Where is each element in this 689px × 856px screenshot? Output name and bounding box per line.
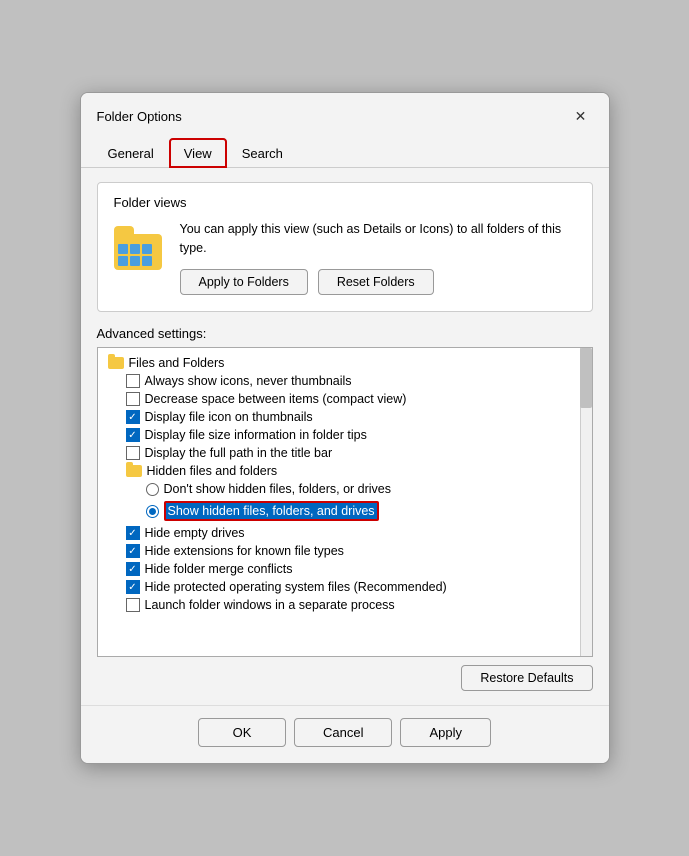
item-label-4: Display the full path in the title bar	[145, 446, 333, 460]
tree-item-2[interactable]: ✓ Display file icon on thumbnails	[106, 408, 584, 426]
apply-button[interactable]: Apply	[400, 718, 491, 747]
checkbox-10[interactable]: ✓	[126, 562, 140, 576]
tree-item-0[interactable]: Always show icons, never thumbnails	[106, 372, 584, 390]
checkbox-8[interactable]: ✓	[126, 526, 140, 540]
folder-options-dialog: Folder Options ✕ General View Search Fol…	[80, 92, 610, 765]
advanced-settings-label-row: Advanced settings:	[97, 326, 593, 341]
tree-item-4[interactable]: Display the full path in the title bar	[106, 444, 584, 462]
checkbox-12[interactable]	[126, 598, 140, 612]
item-label-5: Hidden files and folders	[147, 464, 278, 478]
checkbox-1[interactable]	[126, 392, 140, 406]
category-files-folders: Files and Folders	[106, 354, 584, 372]
tree-item-9[interactable]: ✓ Hide extensions for known file types	[106, 542, 584, 560]
item-label-6: Don't show hidden files, folders, or dri…	[164, 482, 392, 496]
item-label-3: Display file size information in folder …	[145, 428, 367, 442]
dialog-title: Folder Options	[97, 109, 182, 124]
close-button[interactable]: ✕	[567, 103, 595, 131]
category-label: Files and Folders	[129, 356, 225, 370]
advanced-tree-box[interactable]: Files and Folders Always show icons, nev…	[97, 347, 593, 657]
folder-views-section: Folder views	[97, 182, 593, 313]
tree-item-6[interactable]: Don't show hidden files, folders, or dri…	[106, 480, 584, 498]
folder-views-row: You can apply this view (such as Details…	[114, 220, 576, 296]
item-label-8: Hide empty drives	[145, 526, 245, 540]
cancel-button[interactable]: Cancel	[294, 718, 392, 747]
radio-6[interactable]	[146, 483, 159, 496]
tab-view[interactable]: View	[169, 138, 227, 168]
checkbox-2[interactable]: ✓	[126, 410, 140, 424]
tab-search[interactable]: Search	[227, 138, 298, 168]
folder-icon	[114, 222, 166, 270]
radio-7[interactable]	[146, 505, 159, 518]
tree-item-8[interactable]: ✓ Hide empty drives	[106, 524, 584, 542]
apply-to-folders-button[interactable]: Apply to Folders	[180, 269, 308, 295]
checkbox-9[interactable]: ✓	[126, 544, 140, 558]
tab-content: Folder views	[81, 168, 609, 706]
folder-views-description: You can apply this view (such as Details…	[180, 220, 576, 258]
checkbox-3[interactable]: ✓	[126, 428, 140, 442]
item-label-12: Launch folder windows in a separate proc…	[145, 598, 395, 612]
checkbox-11[interactable]: ✓	[126, 580, 140, 594]
checkbox-4[interactable]	[126, 446, 140, 460]
item-label-2: Display file icon on thumbnails	[145, 410, 313, 424]
tree-item-10[interactable]: ✓ Hide folder merge conflicts	[106, 560, 584, 578]
restore-row: Restore Defaults	[97, 665, 593, 691]
title-bar: Folder Options ✕	[81, 93, 609, 137]
subfolder-icon	[126, 465, 142, 477]
category-folder-icon	[108, 357, 124, 369]
item-label-0: Always show icons, never thumbnails	[145, 374, 352, 388]
advanced-tree-content: Files and Folders Always show icons, nev…	[98, 348, 592, 656]
tree-item-12[interactable]: Launch folder windows in a separate proc…	[106, 596, 584, 614]
scrollbar-thumb[interactable]	[580, 348, 592, 408]
advanced-label: Advanced settings:	[97, 326, 593, 341]
bottom-buttons: OK Cancel Apply	[81, 705, 609, 763]
tree-item-7[interactable]: Show hidden files, folders, and drives	[106, 498, 584, 524]
restore-defaults-button[interactable]: Restore Defaults	[461, 665, 592, 691]
item-label-9: Hide extensions for known file types	[145, 544, 344, 558]
tab-general[interactable]: General	[93, 138, 169, 168]
folder-views-buttons: Apply to Folders Reset Folders	[180, 269, 576, 295]
tree-item-3[interactable]: ✓ Display file size information in folde…	[106, 426, 584, 444]
folder-views-right: You can apply this view (such as Details…	[180, 220, 576, 296]
item-label-11: Hide protected operating system files (R…	[145, 580, 447, 594]
scrollbar[interactable]	[580, 348, 592, 656]
item-label-10: Hide folder merge conflicts	[145, 562, 293, 576]
ok-button[interactable]: OK	[198, 718, 286, 747]
reset-folders-button[interactable]: Reset Folders	[318, 269, 434, 295]
tree-item-11[interactable]: ✓ Hide protected operating system files …	[106, 578, 584, 596]
tabs-container: General View Search	[81, 137, 609, 168]
folder-views-title: Folder views	[114, 195, 576, 210]
tree-item-5-folder: Hidden files and folders	[106, 462, 584, 480]
checkbox-0[interactable]	[126, 374, 140, 388]
tree-item-1[interactable]: Decrease space between items (compact vi…	[106, 390, 584, 408]
item-label-1: Decrease space between items (compact vi…	[145, 392, 407, 406]
item-label-7: Show hidden files, folders, and drives	[164, 501, 379, 521]
